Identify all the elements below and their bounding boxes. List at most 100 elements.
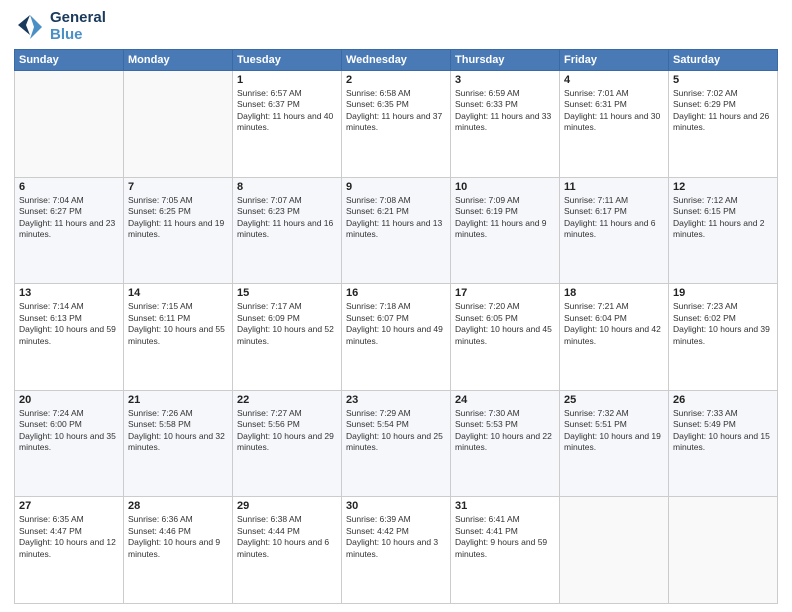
cell-info: Sunrise: 7:11 AM Sunset: 6:17 PM Dayligh… bbox=[564, 195, 664, 241]
cell-info: Sunrise: 6:39 AM Sunset: 4:42 PM Dayligh… bbox=[346, 514, 446, 560]
calendar-cell: 10 Sunrise: 7:09 AM Sunset: 6:19 PM Dayli… bbox=[451, 177, 560, 284]
calendar-cell: 20 Sunrise: 7:24 AM Sunset: 6:00 PM Dayli… bbox=[15, 390, 124, 497]
calendar-cell: 28Sunrise: 6:36 AM Sunset: 4:46 PM Dayli… bbox=[124, 497, 233, 604]
logo: General Blue bbox=[14, 10, 106, 43]
calendar-cell: 2 Sunrise: 6:58 AM Sunset: 6:35 PM Daylig… bbox=[342, 71, 451, 178]
day-number: 5 bbox=[673, 74, 773, 86]
calendar-cell: 7 Sunrise: 7:05 AM Sunset: 6:25 PM Daylig… bbox=[124, 177, 233, 284]
day-number: 20 bbox=[19, 394, 119, 406]
day-number: 18 bbox=[564, 287, 664, 299]
day-number: 27 bbox=[19, 500, 119, 512]
calendar-cell: 24 Sunrise: 7:30 AM Sunset: 5:53 PM Dayli… bbox=[451, 390, 560, 497]
cell-info: Sunrise: 7:32 AM Sunset: 5:51 PM Dayligh… bbox=[564, 408, 664, 454]
cell-info: Sunrise: 6:58 AM Sunset: 6:35 PM Dayligh… bbox=[346, 88, 446, 134]
day-number: 3 bbox=[455, 74, 555, 86]
day-number: 23 bbox=[346, 394, 446, 406]
cell-info: Sunrise: 7:24 AM Sunset: 6:00 PM Dayligh… bbox=[19, 408, 119, 454]
cell-info: Sunrise: 7:18 AM Sunset: 6:07 PM Dayligh… bbox=[346, 301, 446, 347]
calendar-cell: 5 Sunrise: 7:02 AM Sunset: 6:29 PM Daylig… bbox=[669, 71, 778, 178]
calendar-cell: 3 Sunrise: 6:59 AM Sunset: 6:33 PM Daylig… bbox=[451, 71, 560, 178]
day-number: 8 bbox=[237, 181, 337, 193]
cell-info: Sunrise: 7:14 AM Sunset: 6:13 PM Dayligh… bbox=[19, 301, 119, 347]
day-number: 4 bbox=[564, 74, 664, 86]
calendar-cell: 27 Sunrise: 6:35 AM Sunset: 4:47 PM Dayli… bbox=[15, 497, 124, 604]
logo-blue: Blue bbox=[50, 26, 83, 43]
cell-info: Sunrise: 7:15 AM Sunset: 6:11 PM Dayligh… bbox=[128, 301, 228, 347]
day-number: 14 bbox=[128, 287, 228, 299]
cell-info: Sunrise: 7:23 AM Sunset: 6:02 PM Dayligh… bbox=[673, 301, 773, 347]
calendar-cell: 13 Sunrise: 7:14 AM Sunset: 6:13 PM Dayli… bbox=[15, 284, 124, 391]
calendar-cell: 31 Sunrise: 6:41 AM Sunset: 4:41 PM Dayli… bbox=[451, 497, 560, 604]
calendar-cell: 8 Sunrise: 7:07 AM Sunset: 6:23 PM Daylig… bbox=[233, 177, 342, 284]
weekday-header-thursday: Thursday bbox=[451, 50, 560, 71]
calendar-week-row: 1Sunrise: 6:57 AM Sunset: 6:37 PM Daylig… bbox=[15, 71, 778, 178]
calendar-cell: 17 Sunrise: 7:20 AM Sunset: 6:05 PM Dayli… bbox=[451, 284, 560, 391]
day-number: 15 bbox=[237, 287, 337, 299]
calendar-cell bbox=[15, 71, 124, 178]
cell-info: Sunrise: 7:05 AM Sunset: 6:25 PM Dayligh… bbox=[128, 195, 228, 241]
page: General Blue SundayMondayTuesdayWednesda… bbox=[0, 0, 792, 612]
cell-info: Sunrise: 7:20 AM Sunset: 6:05 PM Dayligh… bbox=[455, 301, 555, 347]
header: General Blue bbox=[14, 10, 778, 43]
cell-info: Sunrise: 6:35 AM Sunset: 4:47 PM Dayligh… bbox=[19, 514, 119, 560]
calendar-cell: 26Sunrise: 7:33 AM Sunset: 5:49 PM Dayli… bbox=[669, 390, 778, 497]
calendar-week-row: 13 Sunrise: 7:14 AM Sunset: 6:13 PM Dayli… bbox=[15, 284, 778, 391]
cell-info: Sunrise: 7:30 AM Sunset: 5:53 PM Dayligh… bbox=[455, 408, 555, 454]
calendar-cell: 30Sunrise: 6:39 AM Sunset: 4:42 PM Dayli… bbox=[342, 497, 451, 604]
weekday-header-tuesday: Tuesday bbox=[233, 50, 342, 71]
day-number: 9 bbox=[346, 181, 446, 193]
weekday-header-saturday: Saturday bbox=[669, 50, 778, 71]
calendar-week-row: 20 Sunrise: 7:24 AM Sunset: 6:00 PM Dayli… bbox=[15, 390, 778, 497]
day-number: 29 bbox=[237, 500, 337, 512]
cell-info: Sunrise: 7:17 AM Sunset: 6:09 PM Dayligh… bbox=[237, 301, 337, 347]
calendar-cell: 14 Sunrise: 7:15 AM Sunset: 6:11 PM Dayli… bbox=[124, 284, 233, 391]
calendar-cell: 1Sunrise: 6:57 AM Sunset: 6:37 PM Daylig… bbox=[233, 71, 342, 178]
day-number: 24 bbox=[455, 394, 555, 406]
day-number: 1 bbox=[237, 74, 337, 86]
calendar-cell: 22 Sunrise: 7:27 AM Sunset: 5:56 PM Dayli… bbox=[233, 390, 342, 497]
day-number: 17 bbox=[455, 287, 555, 299]
day-number: 16 bbox=[346, 287, 446, 299]
calendar-cell bbox=[560, 497, 669, 604]
calendar-cell: 16 Sunrise: 7:18 AM Sunset: 6:07 PM Dayli… bbox=[342, 284, 451, 391]
day-number: 19 bbox=[673, 287, 773, 299]
calendar-cell bbox=[669, 497, 778, 604]
calendar-cell: 18 Sunrise: 7:21 AM Sunset: 6:04 PM Dayli… bbox=[560, 284, 669, 391]
calendar-cell: 9 Sunrise: 7:08 AM Sunset: 6:21 PM Daylig… bbox=[342, 177, 451, 284]
cell-info: Sunrise: 6:41 AM Sunset: 4:41 PM Dayligh… bbox=[455, 514, 555, 560]
cell-info: Sunrise: 7:12 AM Sunset: 6:15 PM Dayligh… bbox=[673, 195, 773, 241]
day-number: 11 bbox=[564, 181, 664, 193]
calendar-cell: 21Sunrise: 7:26 AM Sunset: 5:58 PM Dayli… bbox=[124, 390, 233, 497]
cell-info: Sunrise: 7:26 AM Sunset: 5:58 PM Dayligh… bbox=[128, 408, 228, 454]
calendar-cell: 6 Sunrise: 7:04 AM Sunset: 6:27 PM Daylig… bbox=[15, 177, 124, 284]
cell-info: Sunrise: 6:59 AM Sunset: 6:33 PM Dayligh… bbox=[455, 88, 555, 134]
day-number: 22 bbox=[237, 394, 337, 406]
logo-general: General bbox=[50, 9, 106, 26]
cell-info: Sunrise: 7:01 AM Sunset: 6:31 PM Dayligh… bbox=[564, 88, 664, 134]
day-number: 2 bbox=[346, 74, 446, 86]
cell-info: Sunrise: 7:08 AM Sunset: 6:21 PM Dayligh… bbox=[346, 195, 446, 241]
calendar-week-row: 6 Sunrise: 7:04 AM Sunset: 6:27 PM Daylig… bbox=[15, 177, 778, 284]
day-number: 13 bbox=[19, 287, 119, 299]
cell-info: Sunrise: 7:27 AM Sunset: 5:56 PM Dayligh… bbox=[237, 408, 337, 454]
day-number: 26 bbox=[673, 394, 773, 406]
cell-info: Sunrise: 7:02 AM Sunset: 6:29 PM Dayligh… bbox=[673, 88, 773, 134]
cell-info: Sunrise: 7:21 AM Sunset: 6:04 PM Dayligh… bbox=[564, 301, 664, 347]
weekday-header-monday: Monday bbox=[124, 50, 233, 71]
calendar-cell: 11 Sunrise: 7:11 AM Sunset: 6:17 PM Dayli… bbox=[560, 177, 669, 284]
day-number: 7 bbox=[128, 181, 228, 193]
calendar-cell bbox=[124, 71, 233, 178]
cell-info: Sunrise: 7:04 AM Sunset: 6:27 PM Dayligh… bbox=[19, 195, 119, 241]
calendar-week-row: 27 Sunrise: 6:35 AM Sunset: 4:47 PM Dayli… bbox=[15, 497, 778, 604]
calendar-cell: 25Sunrise: 7:32 AM Sunset: 5:51 PM Dayli… bbox=[560, 390, 669, 497]
calendar-cell: 12Sunrise: 7:12 AM Sunset: 6:15 PM Dayli… bbox=[669, 177, 778, 284]
calendar-cell: 15 Sunrise: 7:17 AM Sunset: 6:09 PM Dayli… bbox=[233, 284, 342, 391]
cell-info: Sunrise: 7:09 AM Sunset: 6:19 PM Dayligh… bbox=[455, 195, 555, 241]
cell-info: Sunrise: 7:29 AM Sunset: 5:54 PM Dayligh… bbox=[346, 408, 446, 454]
cell-info: Sunrise: 7:07 AM Sunset: 6:23 PM Dayligh… bbox=[237, 195, 337, 241]
calendar-cell: 19 Sunrise: 7:23 AM Sunset: 6:02 PM Dayli… bbox=[669, 284, 778, 391]
weekday-header-friday: Friday bbox=[560, 50, 669, 71]
day-number: 31 bbox=[455, 500, 555, 512]
day-number: 10 bbox=[455, 181, 555, 193]
day-number: 6 bbox=[19, 181, 119, 193]
